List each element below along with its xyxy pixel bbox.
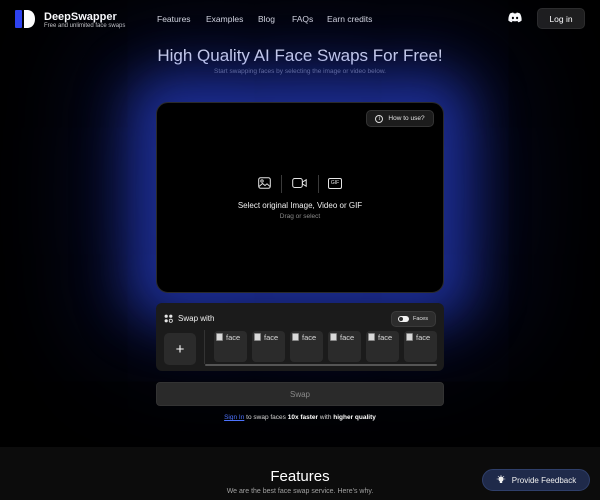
add-face-button[interactable]: + xyxy=(164,333,196,365)
broken-image-icon xyxy=(368,333,375,341)
media-type-icons: GIF xyxy=(254,174,346,194)
discord-icon[interactable] xyxy=(508,12,522,23)
face-alt-text: face xyxy=(226,333,241,342)
face-thumbnail[interactable]: face xyxy=(290,331,323,362)
face-alt-text: face xyxy=(302,333,317,342)
signin-bold-speed: 10x faster xyxy=(287,414,319,421)
face-thumbnail[interactable]: face xyxy=(404,331,437,362)
provide-feedback-button[interactable]: Provide Feedback xyxy=(482,469,590,491)
face-thumbnail[interactable]: face xyxy=(328,331,361,362)
face-alt-text: face xyxy=(416,333,431,342)
swap-with-header: Swap with xyxy=(164,314,214,323)
top-nav: DeepSwapper Free and unlimited face swap… xyxy=(0,0,600,38)
swap-with-label: Swap with xyxy=(178,314,215,323)
nav-link-faqs[interactable]: FAQs xyxy=(292,14,313,24)
face-alt-text: face xyxy=(378,333,393,342)
image-icon xyxy=(258,177,271,189)
brand-tagline: Free and unlimited face swaps xyxy=(44,23,126,29)
signin-bold-quality: higher quality xyxy=(333,414,376,421)
broken-image-icon xyxy=(216,333,223,341)
signin-prompt: Sign In to swap faces 10x faster with hi… xyxy=(0,414,600,421)
face-alt-text: face xyxy=(264,333,279,342)
broken-image-icon xyxy=(254,333,261,341)
upload-subtitle: Drag or select xyxy=(279,213,321,220)
faces-scrollbar[interactable] xyxy=(205,364,437,366)
faces-toggle-label: Faces xyxy=(413,316,428,322)
signin-text: to swap faces xyxy=(246,414,286,421)
face-alt-text: face xyxy=(340,333,355,342)
deepswapper-logo-icon[interactable] xyxy=(14,8,36,30)
how-to-use-button[interactable]: i How to use? xyxy=(366,110,434,127)
brand-name[interactable]: DeepSwapper xyxy=(44,11,117,23)
nav-link-features[interactable]: Features xyxy=(157,14,191,24)
icon-divider xyxy=(281,175,282,193)
how-to-use-label: How to use? xyxy=(388,115,425,122)
nav-link-examples[interactable]: Examples xyxy=(206,14,243,24)
face-thumbnail[interactable]: face xyxy=(214,331,247,362)
toggle-switch-icon xyxy=(398,316,409,322)
lightbulb-icon xyxy=(496,475,505,483)
faces-toggle[interactable]: Faces xyxy=(391,311,436,327)
info-icon: i xyxy=(375,114,384,123)
swap-button[interactable]: Swap xyxy=(156,382,444,406)
page-subtitle: Start swapping faces by selecting the im… xyxy=(214,68,386,75)
faces-grid-icon xyxy=(164,314,173,323)
upload-dropzone[interactable] xyxy=(156,102,444,293)
face-thumbnail[interactable]: face xyxy=(366,331,399,362)
faces-divider xyxy=(204,330,205,364)
gif-icon: GIF xyxy=(328,178,342,189)
nav-link-blog[interactable]: Blog xyxy=(258,14,275,24)
upload-title: Select original Image, Video or GIF xyxy=(237,201,363,210)
icon-divider xyxy=(318,175,319,193)
login-button[interactable]: Log in xyxy=(537,8,585,29)
video-icon xyxy=(292,178,307,188)
broken-image-icon xyxy=(406,333,413,341)
signin-text-with: with xyxy=(319,414,332,421)
broken-image-icon xyxy=(330,333,337,341)
sign-in-link[interactable]: Sign In xyxy=(224,414,244,421)
provide-feedback-label: Provide Feedback xyxy=(511,475,577,485)
broken-image-icon xyxy=(292,333,299,341)
page-title: High Quality AI Face Swaps For Free! xyxy=(157,46,443,65)
nav-link-earn-credits[interactable]: Earn credits xyxy=(327,14,372,24)
face-thumbnail[interactable]: face xyxy=(252,331,285,362)
